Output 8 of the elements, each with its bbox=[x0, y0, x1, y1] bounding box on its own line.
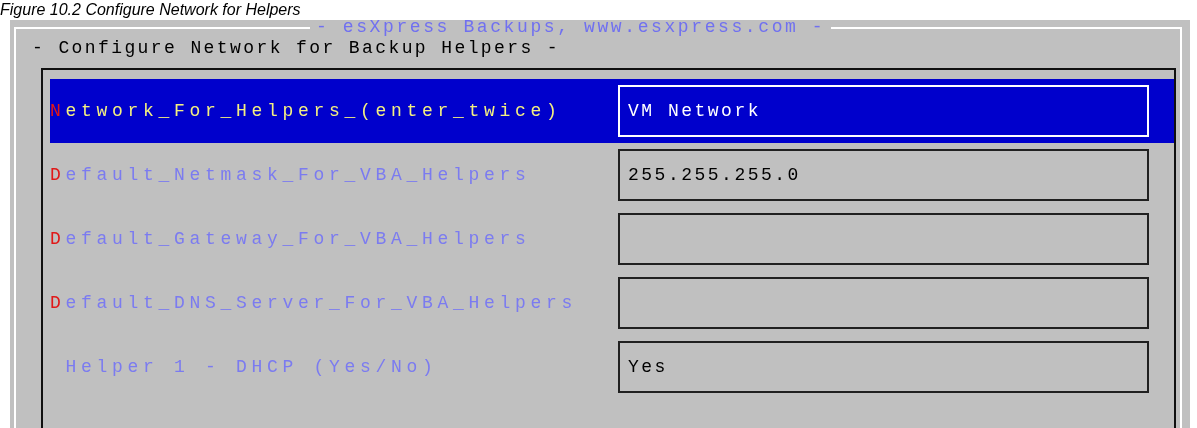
input-field[interactable]: Yes bbox=[618, 341, 1149, 393]
figure-caption: Figure 10.2 Configure Network for Helpers bbox=[0, 0, 301, 20]
input-field[interactable] bbox=[618, 277, 1149, 329]
input-field[interactable]: VM Network bbox=[618, 85, 1149, 137]
field-label: Helper 1 - DHCP (Yes/No) bbox=[64, 357, 439, 377]
screen-heading: - Configure Network for Backup Helpers - bbox=[32, 37, 561, 60]
input-field[interactable] bbox=[618, 213, 1149, 265]
input-field[interactable]: 255.255.255.0 bbox=[618, 149, 1149, 201]
